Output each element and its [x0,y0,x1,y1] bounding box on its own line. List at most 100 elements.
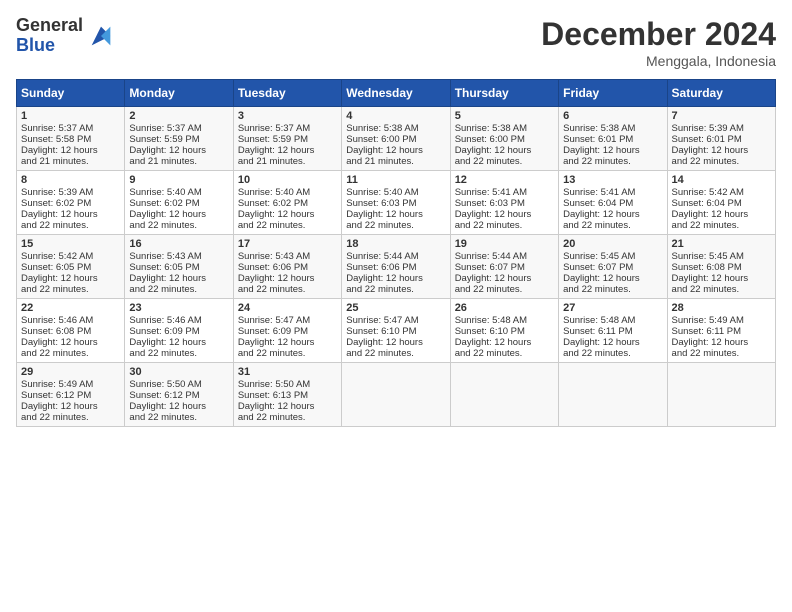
day-info: Sunset: 6:07 PM [563,262,662,273]
day-info: Sunrise: 5:44 AM [455,251,554,262]
calendar-cell: 30Sunrise: 5:50 AMSunset: 6:12 PMDayligh… [125,363,233,427]
day-info: Sunrise: 5:37 AM [21,123,120,134]
day-info: Sunrise: 5:48 AM [455,315,554,326]
day-info: Sunset: 6:02 PM [21,198,120,209]
day-info: Daylight: 12 hours [238,401,337,412]
calendar-cell: 1Sunrise: 5:37 AMSunset: 5:58 PMDaylight… [17,107,125,171]
day-number: 18 [346,238,445,250]
day-info: Sunset: 6:11 PM [563,326,662,337]
day-info: Daylight: 12 hours [238,337,337,348]
day-number: 11 [346,174,445,186]
day-info: and 22 minutes. [672,220,771,231]
day-number: 24 [238,302,337,314]
calendar-cell: 22Sunrise: 5:46 AMSunset: 6:08 PMDayligh… [17,299,125,363]
day-info: Sunrise: 5:46 AM [21,315,120,326]
day-info: Daylight: 12 hours [563,337,662,348]
day-info: and 22 minutes. [563,284,662,295]
day-number: 7 [672,110,771,122]
day-info: Sunset: 6:10 PM [455,326,554,337]
day-info: Sunrise: 5:37 AM [238,123,337,134]
day-info: and 21 minutes. [129,156,228,167]
day-info: Daylight: 12 hours [672,145,771,156]
day-info: Sunset: 6:03 PM [346,198,445,209]
day-info: and 22 minutes. [346,220,445,231]
calendar-cell: 10Sunrise: 5:40 AMSunset: 6:02 PMDayligh… [233,171,341,235]
day-number: 2 [129,110,228,122]
calendar-cell: 18Sunrise: 5:44 AMSunset: 6:06 PMDayligh… [342,235,450,299]
day-number: 10 [238,174,337,186]
main-title: December 2024 [541,16,776,53]
day-info: Daylight: 12 hours [672,209,771,220]
calendar-cell: 26Sunrise: 5:48 AMSunset: 6:10 PMDayligh… [450,299,558,363]
day-info: Sunset: 6:12 PM [21,390,120,401]
day-info: Sunset: 6:10 PM [346,326,445,337]
day-info: Daylight: 12 hours [129,401,228,412]
day-info: Daylight: 12 hours [455,273,554,284]
calendar-cell: 25Sunrise: 5:47 AMSunset: 6:10 PMDayligh… [342,299,450,363]
day-info: Sunset: 6:08 PM [672,262,771,273]
day-number: 25 [346,302,445,314]
day-info: Daylight: 12 hours [129,145,228,156]
calendar-cell: 15Sunrise: 5:42 AMSunset: 6:05 PMDayligh… [17,235,125,299]
calendar-cell: 13Sunrise: 5:41 AMSunset: 6:04 PMDayligh… [559,171,667,235]
day-info: Sunset: 6:02 PM [129,198,228,209]
day-info: Sunrise: 5:47 AM [346,315,445,326]
day-info: Sunset: 6:03 PM [455,198,554,209]
day-number: 14 [672,174,771,186]
calendar-cell [559,363,667,427]
calendar-cell: 23Sunrise: 5:46 AMSunset: 6:09 PMDayligh… [125,299,233,363]
day-info: and 22 minutes. [455,156,554,167]
calendar-cell: 28Sunrise: 5:49 AMSunset: 6:11 PMDayligh… [667,299,775,363]
day-info: and 22 minutes. [672,156,771,167]
day-info: Sunrise: 5:39 AM [21,187,120,198]
day-info: and 22 minutes. [238,220,337,231]
day-info: Daylight: 12 hours [455,209,554,220]
day-info: Sunrise: 5:37 AM [129,123,228,134]
day-info: Daylight: 12 hours [21,401,120,412]
day-number: 16 [129,238,228,250]
day-info: Daylight: 12 hours [346,209,445,220]
calendar-cell [342,363,450,427]
logo-text: General Blue [16,16,83,56]
week-row-3: 15Sunrise: 5:42 AMSunset: 6:05 PMDayligh… [17,235,776,299]
logo-icon [87,22,115,50]
col-header-sunday: Sunday [17,80,125,107]
day-info: Sunset: 6:05 PM [21,262,120,273]
day-number: 17 [238,238,337,250]
title-block: December 2024 Menggala, Indonesia [541,16,776,69]
day-info: Daylight: 12 hours [455,145,554,156]
day-info: Sunset: 6:08 PM [21,326,120,337]
day-number: 15 [21,238,120,250]
calendar-cell: 27Sunrise: 5:48 AMSunset: 6:11 PMDayligh… [559,299,667,363]
day-info: and 21 minutes. [238,156,337,167]
day-number: 22 [21,302,120,314]
calendar-cell: 12Sunrise: 5:41 AMSunset: 6:03 PMDayligh… [450,171,558,235]
day-info: Daylight: 12 hours [129,273,228,284]
day-info: and 22 minutes. [21,284,120,295]
calendar-cell: 20Sunrise: 5:45 AMSunset: 6:07 PMDayligh… [559,235,667,299]
day-number: 5 [455,110,554,122]
day-info: Sunset: 6:12 PM [129,390,228,401]
day-info: and 22 minutes. [455,284,554,295]
day-info: Sunset: 6:01 PM [672,134,771,145]
week-row-2: 8Sunrise: 5:39 AMSunset: 6:02 PMDaylight… [17,171,776,235]
day-info: Sunrise: 5:43 AM [238,251,337,262]
day-number: 19 [455,238,554,250]
day-info: and 22 minutes. [21,220,120,231]
day-info: Daylight: 12 hours [563,273,662,284]
calendar-cell: 8Sunrise: 5:39 AMSunset: 6:02 PMDaylight… [17,171,125,235]
calendar-cell: 3Sunrise: 5:37 AMSunset: 5:59 PMDaylight… [233,107,341,171]
day-info: Sunset: 6:00 PM [455,134,554,145]
logo: General Blue [16,16,115,56]
calendar-cell: 11Sunrise: 5:40 AMSunset: 6:03 PMDayligh… [342,171,450,235]
day-info: and 22 minutes. [563,156,662,167]
day-info: Sunrise: 5:50 AM [129,379,228,390]
day-number: 4 [346,110,445,122]
day-info: Sunrise: 5:41 AM [455,187,554,198]
calendar-cell: 14Sunrise: 5:42 AMSunset: 6:04 PMDayligh… [667,171,775,235]
calendar-cell: 5Sunrise: 5:38 AMSunset: 6:00 PMDaylight… [450,107,558,171]
day-info: Sunrise: 5:40 AM [129,187,228,198]
calendar-cell: 9Sunrise: 5:40 AMSunset: 6:02 PMDaylight… [125,171,233,235]
calendar-cell: 6Sunrise: 5:38 AMSunset: 6:01 PMDaylight… [559,107,667,171]
day-info: Sunrise: 5:46 AM [129,315,228,326]
